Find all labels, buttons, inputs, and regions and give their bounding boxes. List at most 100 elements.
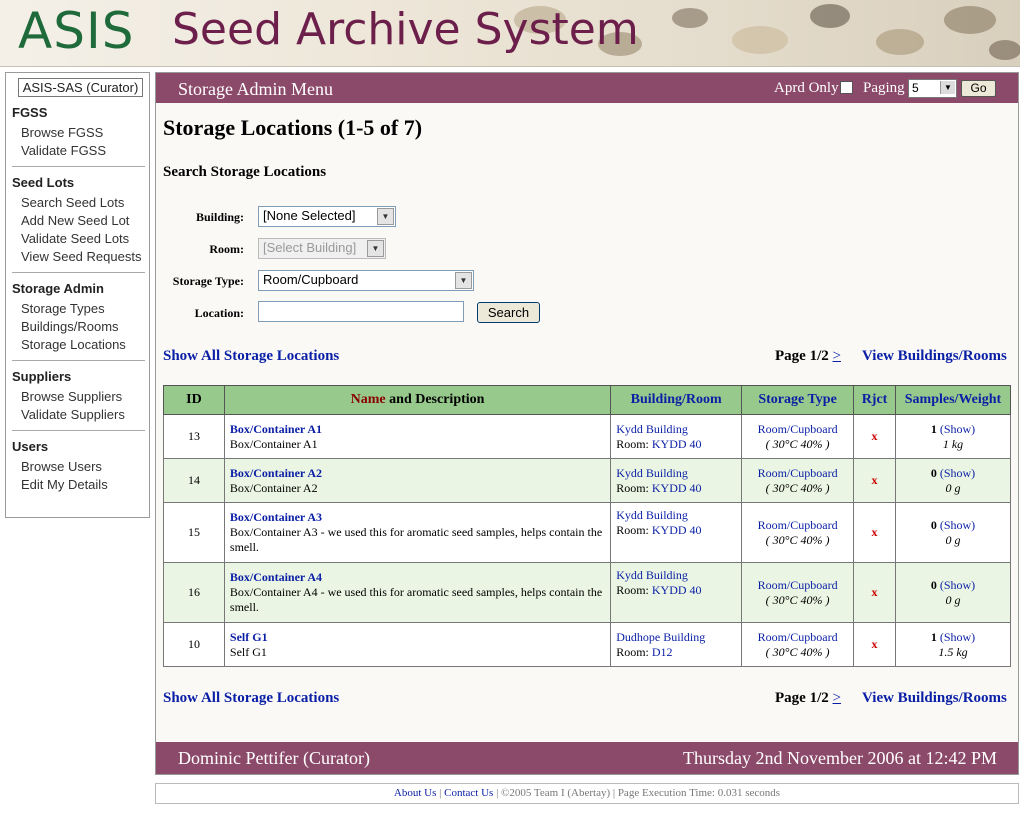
room-prefix: Room: — [616, 436, 652, 451]
sidebar-item-search-seed-lots[interactable]: Search Seed Lots — [21, 194, 149, 212]
location-name-link[interactable]: Box/Container A4 — [230, 570, 322, 584]
room-link[interactable]: KYDD 40 — [652, 437, 702, 451]
row-name-desc: Box/Container A3 Box/Container A3 - we us… — [223, 502, 612, 563]
location-name-link[interactable]: Box/Container A1 — [230, 422, 322, 436]
storage-type-link[interactable]: Room/Cupboard — [758, 518, 838, 532]
show-samples-link[interactable]: (Show) — [940, 518, 975, 532]
storage-type-select[interactable]: Room/Cupboard ▼ — [258, 270, 474, 291]
sidebar-divider — [12, 272, 145, 273]
column-header-rjct[interactable]: Rjct — [853, 385, 896, 415]
room-link[interactable]: D12 — [652, 645, 673, 659]
reject-x-icon[interactable]: x — [872, 525, 878, 539]
row-rjct: x — [853, 502, 896, 563]
show-samples-link[interactable]: (Show) — [940, 578, 975, 592]
sample-weight: 0 g — [945, 592, 961, 607]
building-link[interactable]: Kydd Building — [616, 568, 688, 582]
footer-separator: | — [436, 787, 445, 799]
chevron-down-icon: ▼ — [940, 81, 955, 94]
sidebar-item-buildings-rooms[interactable]: Buildings/Rooms — [21, 318, 149, 336]
search-button[interactable]: Search — [477, 302, 540, 323]
row-id: 10 — [163, 622, 225, 667]
room-prefix: Room: — [616, 644, 652, 659]
storage-type-link[interactable]: Room/Cupboard — [758, 578, 838, 592]
sidebar-item-browse-users[interactable]: Browse Users — [21, 458, 149, 476]
about-us-link[interactable]: About Us — [394, 787, 436, 799]
storage-type-link[interactable]: Room/Cupboard — [758, 422, 838, 436]
next-page-link[interactable]: > — [833, 348, 841, 364]
sidebar-item-validate-fgss[interactable]: Validate FGSS — [21, 142, 149, 160]
location-input[interactable] — [258, 301, 464, 322]
location-description: Box/Container A4 - we used this for arom… — [229, 585, 603, 614]
sidebar-divider — [12, 360, 145, 361]
main-panel: Storage Admin Menu Aprd Only Paging 5 ▼ … — [155, 72, 1019, 775]
storage-conditions: ( 30°C 40% ) — [765, 532, 830, 547]
copyright-text: | ©2005 Team I (Abertay) | Page Executio… — [493, 787, 781, 799]
column-header-building-room[interactable]: Building/Room — [610, 385, 743, 415]
show-samples-link[interactable]: (Show) — [940, 630, 975, 644]
view-buildings-rooms-link-bottom[interactable]: View Buildings/Rooms — [862, 690, 1007, 707]
storage-type-link[interactable]: Room/Cupboard — [758, 630, 838, 644]
building-link[interactable]: Dudhope Building — [616, 630, 705, 644]
building-link[interactable]: Kydd Building — [616, 466, 688, 480]
logo-asis: ASIS — [18, 2, 135, 60]
view-buildings-rooms-link[interactable]: View Buildings/Rooms — [862, 348, 1007, 365]
sidebar-item-browse-suppliers[interactable]: Browse Suppliers — [21, 388, 149, 406]
room-link[interactable]: KYDD 40 — [652, 523, 702, 537]
show-all-storage-locations-link-bottom[interactable]: Show All Storage Locations — [163, 690, 339, 707]
location-name-link[interactable]: Box/Container A3 — [230, 510, 322, 524]
approved-only-checkbox[interactable] — [840, 81, 853, 94]
reject-x-icon[interactable]: x — [872, 585, 878, 599]
show-samples-link[interactable]: (Show) — [940, 422, 975, 436]
sidebar-item-view-seed-requests[interactable]: View Seed Requests — [21, 248, 149, 266]
row-rjct: x — [853, 562, 896, 623]
building-select[interactable]: [None Selected] ▼ — [258, 206, 396, 227]
storage-conditions: ( 30°C 40% ) — [765, 592, 830, 607]
sidebar-section-seed-lots: Seed Lots — [12, 175, 75, 190]
table-row: 13 Box/Container A1 Box/Container A1 Kydd… — [163, 414, 1011, 459]
location-label: Location: — [194, 306, 244, 320]
column-header-storage-type[interactable]: Storage Type — [741, 385, 855, 415]
row-rjct: x — [853, 414, 896, 459]
sidebar-item-add-seed-lot[interactable]: Add New Seed Lot — [21, 212, 149, 230]
sidebar-item-edit-my-details[interactable]: Edit My Details — [21, 476, 149, 494]
sidebar-item-browse-fgss[interactable]: Browse FGSS — [21, 124, 149, 142]
row-samples-weight: 0 (Show) 0 g — [895, 562, 1011, 623]
sort-by-name-link[interactable]: Name — [351, 392, 386, 407]
next-page-link[interactable]: > — [833, 690, 841, 706]
approved-only-label: Aprd Only — [774, 80, 839, 96]
storage-type-select-value: Room/Cupboard — [263, 272, 359, 287]
reject-x-icon[interactable]: x — [872, 429, 878, 443]
row-name-desc: Box/Container A4 Box/Container A4 - we us… — [223, 562, 612, 623]
reject-x-icon[interactable]: x — [872, 637, 878, 651]
row-id: 15 — [163, 502, 225, 563]
storage-type-link[interactable]: Room/Cupboard — [758, 466, 838, 480]
row-samples-weight: 1 (Show) 1.5 kg — [895, 622, 1011, 667]
table-row: 15 Box/Container A3 Box/Container A3 - we… — [163, 502, 1011, 563]
room-link[interactable]: KYDD 40 — [652, 481, 702, 495]
room-label: Room: — [209, 242, 244, 256]
room-prefix: Room: — [616, 523, 652, 537]
sidebar-item-storage-types[interactable]: Storage Types — [21, 300, 149, 318]
column-header-samples-weight[interactable]: Samples/Weight — [895, 385, 1011, 415]
sidebar-item-validate-seed-lots[interactable]: Validate Seed Lots — [21, 230, 149, 248]
room-link[interactable]: KYDD 40 — [652, 583, 702, 597]
reject-x-icon[interactable]: x — [872, 473, 878, 487]
column-header-id: ID — [163, 385, 225, 415]
go-button[interactable]: Go — [961, 80, 996, 97]
row-id: 16 — [163, 562, 225, 623]
location-description: Box/Container A1 — [229, 436, 318, 451]
sidebar-item-storage-locations[interactable]: Storage Locations — [21, 336, 149, 354]
sidebar-item-validate-suppliers[interactable]: Validate Suppliers — [21, 406, 149, 424]
location-name-link[interactable]: Self G1 — [230, 630, 268, 644]
search-heading: Search Storage Locations — [163, 164, 327, 180]
sidebar: ASIS-SAS (Curator) FGSS Browse FGSS Vali… — [5, 72, 150, 518]
building-link[interactable]: Kydd Building — [616, 422, 688, 436]
show-all-storage-locations-link[interactable]: Show All Storage Locations — [163, 348, 339, 365]
show-samples-link[interactable]: (Show) — [940, 466, 975, 480]
building-link[interactable]: Kydd Building — [616, 508, 688, 522]
paging-select[interactable]: 5 ▼ — [908, 79, 957, 98]
location-name-link[interactable]: Box/Container A2 — [230, 466, 322, 480]
current-user-box: ASIS-SAS (Curator) — [18, 78, 143, 97]
row-storage-type: Room/Cupboard( 30°C 40% ) — [741, 622, 855, 667]
contact-us-link[interactable]: Contact Us — [444, 787, 493, 799]
